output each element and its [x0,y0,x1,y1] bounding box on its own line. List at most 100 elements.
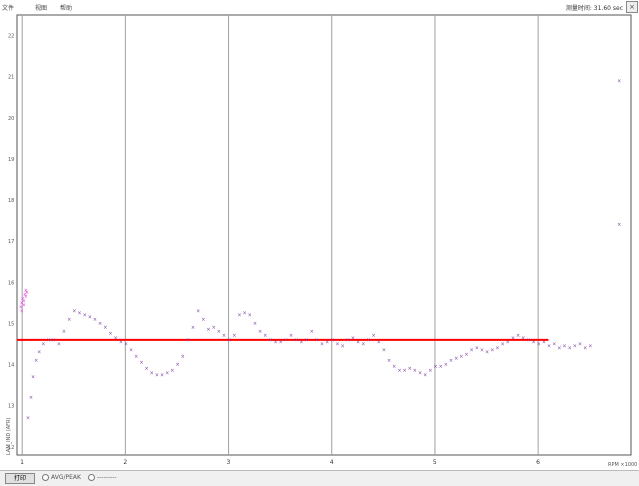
data-point: × [428,368,432,374]
x-tick-label: 1 [20,459,24,466]
data-point: × [459,354,463,360]
y-tick-label: 16 [8,280,14,286]
data-point: × [299,339,303,345]
data-point: × [263,333,267,339]
data-point: × [160,372,164,378]
data-point: × [191,325,195,331]
x-tick-labels: 1 2 3 4 5 6 [20,459,540,466]
x-tick-label: 4 [330,459,334,466]
data-point: × [124,341,128,347]
data-point: × [341,344,345,350]
y-tick-label: 19 [8,157,14,163]
data-point: × [372,333,376,339]
radio-alt[interactable]: --------- [88,474,117,481]
data-point: × [268,337,272,343]
data-point: × [433,364,437,370]
data-point: × [506,339,510,345]
radio-alt-label: --------- [97,474,117,481]
data-point: × [144,366,148,372]
data-point: × [511,335,515,341]
data-point: × [232,333,236,339]
data-point: × [31,374,35,380]
data-point: × [557,346,561,352]
data-point: × [346,337,350,343]
data-point: × [464,352,468,358]
data-point: × [583,346,587,352]
radio-avg-peak[interactable]: AVG/PEAK [42,474,81,481]
data-point: × [304,337,308,343]
y-tick-label: 21 [8,75,14,81]
afr-chart: 1213141516171819202122 123456 ××××××× ×××… [6,14,637,468]
data-point: × [29,395,33,401]
data-point: × [377,339,381,345]
data-point: × [495,346,499,352]
data-point: × [98,321,102,327]
data-point: × [361,341,365,347]
data-point: × [155,372,159,378]
data-point: × [114,335,118,341]
data-point: × [402,368,406,374]
data-point: × [72,309,76,315]
data-point: × [88,315,92,321]
data-point: × [279,339,283,345]
data-point: × [423,372,427,378]
data-point: × [93,317,97,323]
data-point: × [150,370,154,376]
data-point: × [449,358,453,364]
data-point: × [22,302,26,308]
data-point: × [170,368,174,374]
data-point: × [196,309,200,315]
y-tick-label: 15 [8,321,14,327]
data-point: × [83,313,87,319]
data-point: × [103,325,107,331]
data-point: × [26,415,30,421]
data-point: × [325,339,329,345]
data-point: × [552,341,556,347]
data-point: × [475,346,479,352]
data-point: × [227,337,231,343]
data-point: × [387,358,391,364]
data-point: × [366,337,370,343]
plot-area [16,14,632,456]
y-tick-label: 14 [8,363,14,369]
data-point: × [67,317,71,323]
data-point: × [217,329,221,335]
data-point: × [617,78,621,84]
y-tick-label: 18 [8,198,14,204]
data-point: × [248,313,252,319]
data-point: × [310,329,314,335]
data-point: × [439,364,443,370]
data-point: × [186,337,190,343]
data-point: × [206,327,210,333]
y-axis-label: LAM_IND (AFR) [6,417,12,455]
data-point: × [284,337,288,343]
x-tick-label: 5 [433,459,437,466]
y-tick-label: 22 [8,34,14,40]
data-point: × [485,350,489,356]
y-tick-label: 17 [8,239,14,245]
data-point: × [490,348,494,354]
data-point: × [108,331,112,337]
data-point: × [335,341,339,347]
print-button[interactable]: 打印 [5,473,35,484]
data-point: × [243,311,247,317]
bottom-bar: 打印 AVG/PEAK --------- [0,470,639,486]
data-point: × [57,341,61,347]
data-point: × [134,354,138,360]
data-point: × [253,321,257,327]
radio-dot-icon [88,474,95,481]
x-tick-label: 3 [227,459,231,466]
data-point: × [351,335,355,341]
data-point: × [382,348,386,354]
data-point: × [37,350,41,356]
data-point: × [273,339,277,345]
data-point: × [531,339,535,345]
data-point: × [454,356,458,362]
data-point: × [413,368,417,374]
data-point: × [470,348,474,354]
data-point: × [46,337,50,343]
data-point: × [62,329,66,335]
radio-dot-icon [42,474,49,481]
data-point: × [408,366,412,372]
data-point: × [52,337,56,343]
